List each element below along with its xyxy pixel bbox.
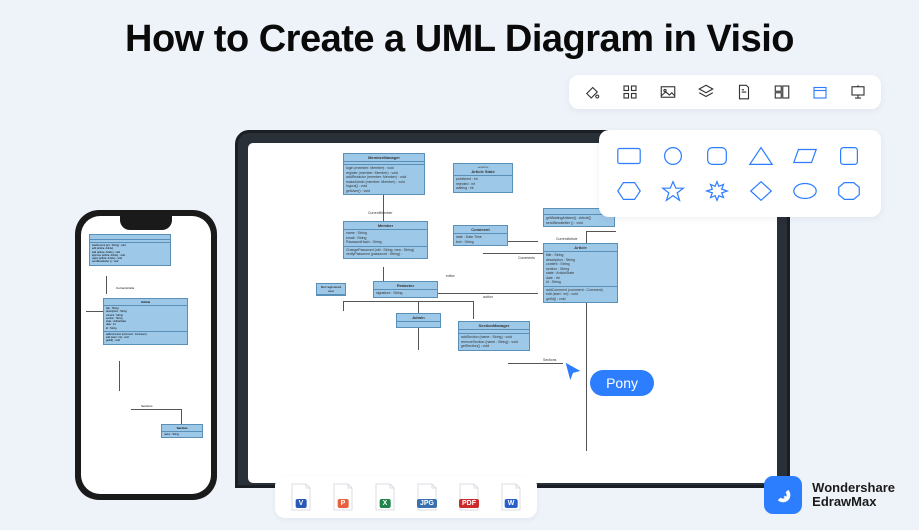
uml-class-sectionmanager[interactable]: SectionManager addSection (name : String… <box>458 321 530 351</box>
assoc-label: Sections <box>141 404 153 408</box>
layout-icon[interactable] <box>773 83 791 101</box>
assoc-label: CurrentArticle <box>556 237 577 241</box>
class-ops: getWaitingArticles() : Article[]sendNews… <box>544 215 614 226</box>
class-name: Article <box>104 299 187 306</box>
shape-palette <box>599 130 881 217</box>
assoc-label: CurrentMember <box>368 211 393 215</box>
cursor-icon <box>562 360 584 382</box>
grid-icon[interactable] <box>621 83 639 101</box>
export-pdf[interactable]: PDF <box>457 483 481 511</box>
shape-triangle[interactable] <box>747 144 775 168</box>
class-name: Article <box>544 244 617 252</box>
uml-class-member[interactable]: Member name : Stringemail : StringPasswo… <box>343 221 428 259</box>
class-name: MemberManager <box>344 154 424 162</box>
brand-text: WondershareEdrawMax <box>812 481 895 510</box>
shape-parallelogram[interactable] <box>791 144 819 168</box>
class-attrs: published : intrejected : intwaiting : i… <box>454 176 512 192</box>
layers-icon[interactable] <box>697 83 715 101</box>
class-name: Comment <box>454 226 507 234</box>
fill-icon[interactable] <box>583 83 601 101</box>
uml-class-admin[interactable]: Admin <box>396 313 441 328</box>
class-ops: addComment (comment : Comment)edit (star… <box>104 332 187 344</box>
class-name: Member <box>344 222 427 230</box>
container-icon[interactable] <box>811 83 829 101</box>
export-jpg[interactable]: JPG <box>415 483 439 511</box>
class-name: Admin <box>397 314 440 322</box>
collab-cursor: Pony <box>562 360 654 396</box>
shape-octagon[interactable] <box>835 179 863 203</box>
uml-class-article[interactable]: Article title : Stringdescription : Stri… <box>543 243 618 303</box>
image-icon[interactable] <box>659 83 677 101</box>
uml-class-redactor[interactable]: Redactor signature : String <box>373 281 438 298</box>
uml-class-comment[interactable]: Comment date : Date.Timetext : String <box>453 225 508 246</box>
class-attrs: title : Stringdescription : Stringconten… <box>104 306 187 332</box>
brand-logo-group: WondershareEdrawMax <box>764 476 895 514</box>
shape-ellipse[interactable] <box>791 179 819 203</box>
class-attrs: signature : String <box>374 290 437 297</box>
shape-diamond[interactable] <box>747 179 775 203</box>
uml-class-articlemanager[interactable]: loadCurrent (art : String) : voidedit (a… <box>89 234 171 266</box>
class-name: Not registered user <box>317 284 345 295</box>
class-ops: ChangePassword (old : String, new : Stri… <box>344 247 427 258</box>
assoc-label: editor <box>446 274 455 278</box>
assoc-label: Sections <box>543 358 556 362</box>
export-v[interactable]: V <box>289 483 313 511</box>
export-toolbar: VPX JPG PDF W <box>275 476 537 518</box>
assoc-label: author <box>483 295 493 299</box>
assoc-label: CurrentArticle <box>116 286 134 290</box>
shape-rectangle[interactable] <box>615 144 643 168</box>
cursor-label: Pony <box>590 370 654 396</box>
page-title: How to Create a UML Diagram in Visio <box>0 18 919 61</box>
shape-rounded-square[interactable] <box>703 144 731 168</box>
class-name: «enum»Article State <box>454 164 512 176</box>
document-icon[interactable] <box>735 83 753 101</box>
tool-toolbar <box>569 75 881 109</box>
class-ops: addComment (comment : Comment)edit (star… <box>544 287 617 303</box>
presentation-icon[interactable] <box>849 83 867 101</box>
class-attrs: name : String <box>162 432 202 437</box>
uml-enum-articlestate[interactable]: «enum»Article State published : intrejec… <box>453 163 513 193</box>
shape-hexagon[interactable] <box>615 179 643 203</box>
shape-square[interactable] <box>835 144 863 168</box>
edrawmax-logo-icon <box>764 476 802 514</box>
phone-screen: loadCurrent (art : String) : voidedit (a… <box>81 216 211 494</box>
uml-class-membermanager[interactable]: MemberManager login (member: Member) : v… <box>343 153 425 195</box>
assoc-label: Comments <box>518 256 535 260</box>
uml-class-notregistered[interactable]: Not registered user <box>316 283 346 296</box>
export-x[interactable]: X <box>373 483 397 511</box>
phone-mockup: loadCurrent (art : String) : voidedit (a… <box>75 210 217 500</box>
class-attrs: title : Stringdescription : Stringconten… <box>544 252 617 287</box>
class-name: Section <box>162 425 202 432</box>
class-attrs: name : Stringemail : StringPasswordHash … <box>344 230 427 247</box>
class-ops: addSection (name : String) : voidremoveS… <box>459 334 529 350</box>
uml-class-article-phone[interactable]: Article title : Stringdescription : Stri… <box>103 298 188 345</box>
phone-notch <box>120 216 172 230</box>
export-p[interactable]: P <box>331 483 355 511</box>
class-name: SectionManager <box>459 322 529 330</box>
class-attrs: date : Date.Timetext : String <box>454 234 507 245</box>
uml-class-section[interactable]: Section name : String <box>161 424 203 438</box>
shape-star[interactable] <box>659 179 687 203</box>
class-ops: login (member: Member) : voidregister (m… <box>344 165 424 194</box>
class-ops: loadCurrent (art : String) : voidedit (a… <box>90 243 170 265</box>
shape-circle[interactable] <box>659 144 687 168</box>
shape-burst[interactable] <box>703 179 731 203</box>
export-w[interactable]: W <box>499 483 523 511</box>
class-name: Redactor <box>374 282 437 290</box>
